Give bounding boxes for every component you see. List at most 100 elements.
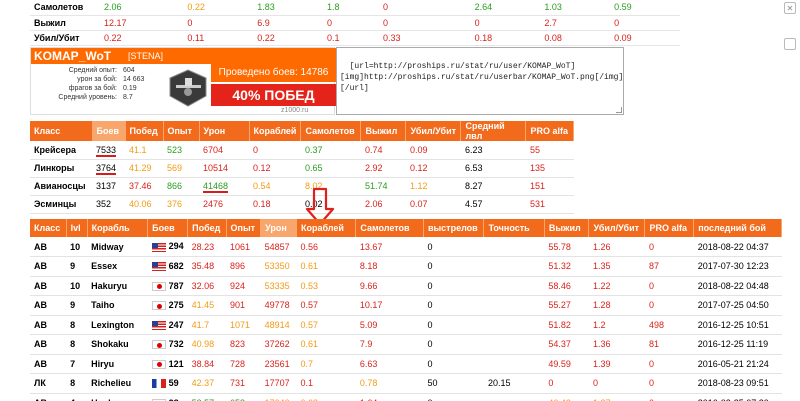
ship-table-header[interactable]: Класс — [30, 219, 67, 237]
class-table-cell: 0 — [249, 141, 301, 160]
ship-table-cell: 8 — [66, 373, 88, 394]
class-table-cell: 41.1 — [125, 141, 163, 160]
flag-jp-icon — [151, 340, 166, 350]
userbar-stat-row: урон за бой: 14 663 — [31, 75, 156, 84]
class-table-header[interactable]: Побед — [125, 121, 164, 141]
class-table-cell: 523 — [163, 141, 199, 160]
ship-table-cell: 55.27 — [544, 295, 589, 316]
class-table-cell: 41.29 — [125, 159, 163, 178]
ship-table-cell: 10.17 — [355, 295, 424, 316]
class-table-header[interactable]: Класс — [30, 121, 93, 141]
ship-table-cell: 0.1 — [296, 373, 356, 394]
ship-table-header[interactable]: PRO alfa — [644, 219, 695, 237]
ship-table-cell: 0.57 — [296, 315, 356, 335]
bbcode-text: [url=http://proships.ru/stat/ru/user/KOM… — [340, 62, 624, 93]
ship-table-cell: 0 — [423, 256, 484, 277]
ship-table-header[interactable]: Кораблей — [296, 219, 357, 237]
ship-table-header[interactable]: Боев — [147, 219, 189, 237]
ship-table-header[interactable]: Урон — [260, 219, 297, 237]
class-table-header[interactable]: Боев — [92, 121, 126, 141]
class-table-cell: 51.74 — [360, 177, 406, 196]
ship-table-cell: 1.2 — [588, 315, 645, 335]
ship-table-cell: 54.37 — [544, 334, 589, 355]
resize-handle-icon[interactable] — [616, 107, 622, 113]
ship-table-cell: 8 — [66, 334, 88, 355]
top-stats-label: Убил/Убит — [30, 30, 100, 46]
flag-us-icon — [151, 262, 166, 272]
ship-table-header[interactable]: последний бой — [693, 219, 782, 237]
ship-table-header[interactable]: Побед — [187, 219, 227, 237]
class-table-cell: 3137 — [92, 177, 125, 196]
ship-table-header[interactable]: Убил/Убит — [588, 219, 646, 237]
winrate-banner: 40% ПОБЕД — [211, 84, 336, 106]
userbar-header: KOMAP_WoT [STENA] — [31, 48, 336, 64]
class-table-row: Авианосцы 3137 37.46 866 41468 0.54 8.02 51.74 1… — [30, 177, 574, 196]
class-table-cell: 0.07 — [405, 195, 461, 214]
top-stats-cell: 0 — [322, 15, 380, 31]
ship-table-header[interactable]: выстрелов — [423, 219, 485, 237]
ship-table-cell: 0 — [644, 237, 694, 257]
ship-table-row: АВ 8 Shokaku 732 40.98 823 37262 0.61 7.9 0 54.37 1… — [30, 334, 782, 355]
class-table-header[interactable]: PRO alfa — [525, 121, 575, 141]
ship-table-cell — [483, 334, 545, 355]
ship-table-cell: 682 — [147, 256, 188, 277]
class-table-cell: Крейсера — [30, 141, 92, 160]
ship-table-cell: 46.43 — [544, 393, 589, 401]
scroll-icon[interactable] — [784, 38, 796, 50]
ship-table-header[interactable]: lvl — [66, 219, 88, 237]
top-stats-cell: 2.7 — [540, 15, 611, 31]
userbar-stat-key: Средний уровень: — [58, 94, 117, 101]
ship-table-cell: 658 — [226, 393, 261, 401]
ship-table-cell: 247 — [147, 315, 188, 335]
clan-tag: [STENA] — [128, 51, 164, 61]
ships-stats-table: Класс lvl Корабль Боев Побед Опыт Урон Кораблей… — [30, 219, 782, 401]
ship-table-cell: 54857 — [260, 237, 297, 257]
close-icon[interactable]: ✕ — [784, 2, 796, 14]
ship-table-cell: 58.46 — [544, 276, 589, 296]
class-table-header[interactable]: Урон — [199, 121, 250, 141]
ship-table-cell: Richelieu — [87, 373, 148, 394]
ship-table-cell: 1.27 — [588, 393, 645, 401]
ship-table-cell — [483, 295, 545, 316]
ship-table-cell: 0 — [423, 354, 484, 374]
userbar-stat-value: 604 — [123, 67, 135, 74]
ship-table-cell: 40.98 — [187, 334, 227, 355]
ship-table-cell: 1.28 — [588, 295, 645, 316]
class-table-header[interactable]: Убил/Убит — [405, 121, 462, 141]
class-table-row: Линкоры 3764 41.29 569 10514 0.12 0.65 2.92 0.12… — [30, 159, 574, 178]
ship-table-header[interactable]: Опыт — [226, 219, 262, 237]
ship-table-header[interactable]: Самолетов — [355, 219, 424, 237]
ship-table-cell: 35.48 — [187, 256, 227, 277]
ship-table-header[interactable]: Корабль — [87, 219, 149, 237]
class-table-cell: 352 — [92, 195, 125, 214]
top-stats-cell: 0.22 — [100, 30, 184, 46]
class-table-cell: 7533 — [92, 141, 125, 160]
userbar-stat-value: 0.19 — [123, 85, 137, 92]
class-table-cell: 6.23 — [460, 141, 526, 160]
ship-table-cell: 0.61 — [296, 256, 356, 277]
top-stats-cell: 6.9 — [253, 15, 323, 31]
class-table-cell: 10514 — [199, 159, 249, 178]
ship-table-header[interactable]: Выжил — [544, 219, 590, 237]
class-table-header[interactable]: Выжил — [360, 121, 407, 141]
ship-table-row: АВ 10 Hakuryu 787 32.06 924 53335 0.53 9.66 0 58.4… — [30, 276, 782, 296]
ship-table-cell: 0 — [423, 393, 484, 401]
ship-table-cell: 2016-02-25 07:20 — [693, 393, 782, 401]
ship-table-cell — [483, 354, 545, 374]
ship-table-header[interactable]: Точность — [483, 219, 545, 237]
class-table-header[interactable]: Опыт — [163, 121, 200, 141]
class-table-header[interactable]: Средний лвл — [460, 121, 527, 141]
ship-battles-value: 682 — [168, 261, 184, 272]
ship-table-cell: 28.23 — [187, 237, 227, 257]
ship-table-cell: Lexington — [87, 315, 148, 335]
ship-table-cell: 787 — [147, 276, 188, 296]
ship-table-cell: 1071 — [226, 315, 261, 335]
ship-table-cell: 53350 — [260, 256, 297, 277]
class-table-header[interactable]: Кораблей — [249, 121, 302, 141]
class-table-header[interactable]: Самолетов — [300, 121, 362, 141]
ship-table-cell: Hakuryu — [87, 276, 148, 296]
class-table-cell-value: 7533 — [96, 144, 117, 157]
ship-table-cell: 59 — [147, 373, 188, 394]
class-table-cell: 0.18 — [249, 195, 301, 214]
bbcode-textarea[interactable]: [url=http://proships.ru/stat/ru/user/KOM… — [336, 47, 624, 115]
